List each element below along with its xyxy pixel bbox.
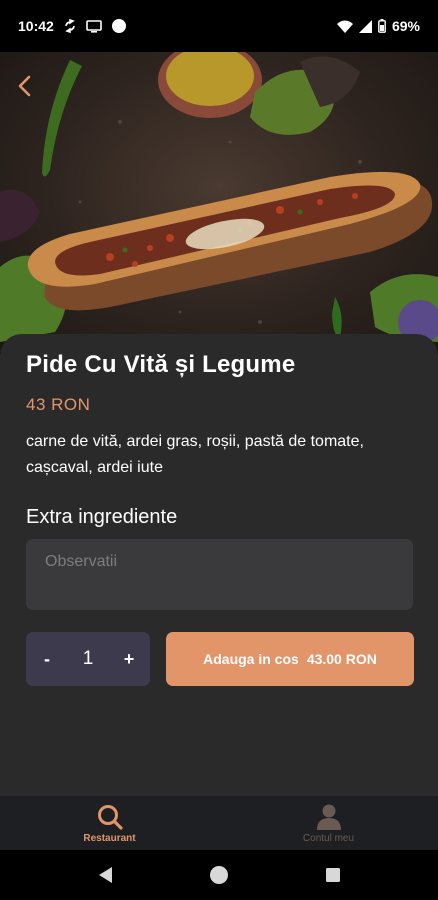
triangle-back-icon: [99, 867, 112, 883]
battery-percent: 69%: [391, 18, 420, 34]
product-image: [0, 52, 438, 352]
notification-dot-icon: [111, 19, 126, 33]
signal-icon: [358, 19, 372, 33]
product-details-card: Pide Cu Vită și Legume 43 RON carne de v…: [0, 334, 438, 796]
circle-home-icon: [210, 866, 228, 884]
search-icon: [97, 804, 123, 830]
sync-icon: [64, 19, 76, 33]
wifi-icon: [336, 20, 353, 33]
system-recents-button[interactable]: [325, 867, 341, 883]
user-icon: [316, 804, 341, 830]
system-back-button[interactable]: [97, 866, 113, 884]
chevron-left-icon: [18, 75, 31, 97]
quantity-value: 1: [82, 648, 94, 669]
add-to-cart-button[interactable]: Adauga in cos 43.00 RON: [166, 632, 414, 686]
decrease-quantity-button[interactable]: -: [40, 649, 54, 670]
nav-label-account: Contul meu: [302, 832, 355, 844]
system-home-button[interactable]: [209, 865, 229, 885]
square-recents-icon: [326, 868, 340, 882]
increase-quantity-button[interactable]: +: [122, 649, 136, 670]
status-bar: 10:42 69%: [0, 0, 438, 52]
battery-icon: [378, 19, 386, 33]
add-to-cart-label: Adauga in cos: [203, 651, 299, 667]
system-nav-bar: [0, 850, 438, 900]
nav-label-restaurant: Restaurant: [83, 832, 136, 844]
notes-field[interactable]: [26, 539, 413, 610]
status-time: 10:42: [18, 18, 54, 34]
product-price: 43 RON: [26, 395, 91, 414]
product-description: carne de vită, ardei gras, roșii, pastă …: [26, 433, 364, 476]
quantity-stepper: - 1 +: [26, 632, 150, 686]
product-title: Pide Cu Vită și Legume: [26, 351, 296, 378]
cast-icon: [86, 19, 102, 33]
extras-heading: Extra ingrediente: [26, 506, 178, 528]
bottom-nav: Restaurant Contul meu: [0, 796, 438, 850]
nav-item-restaurant[interactable]: Restaurant: [0, 796, 219, 850]
back-button[interactable]: [8, 70, 40, 102]
nav-item-account[interactable]: Contul meu: [219, 796, 438, 850]
add-to-cart-total: 43.00 RON: [306, 651, 377, 667]
